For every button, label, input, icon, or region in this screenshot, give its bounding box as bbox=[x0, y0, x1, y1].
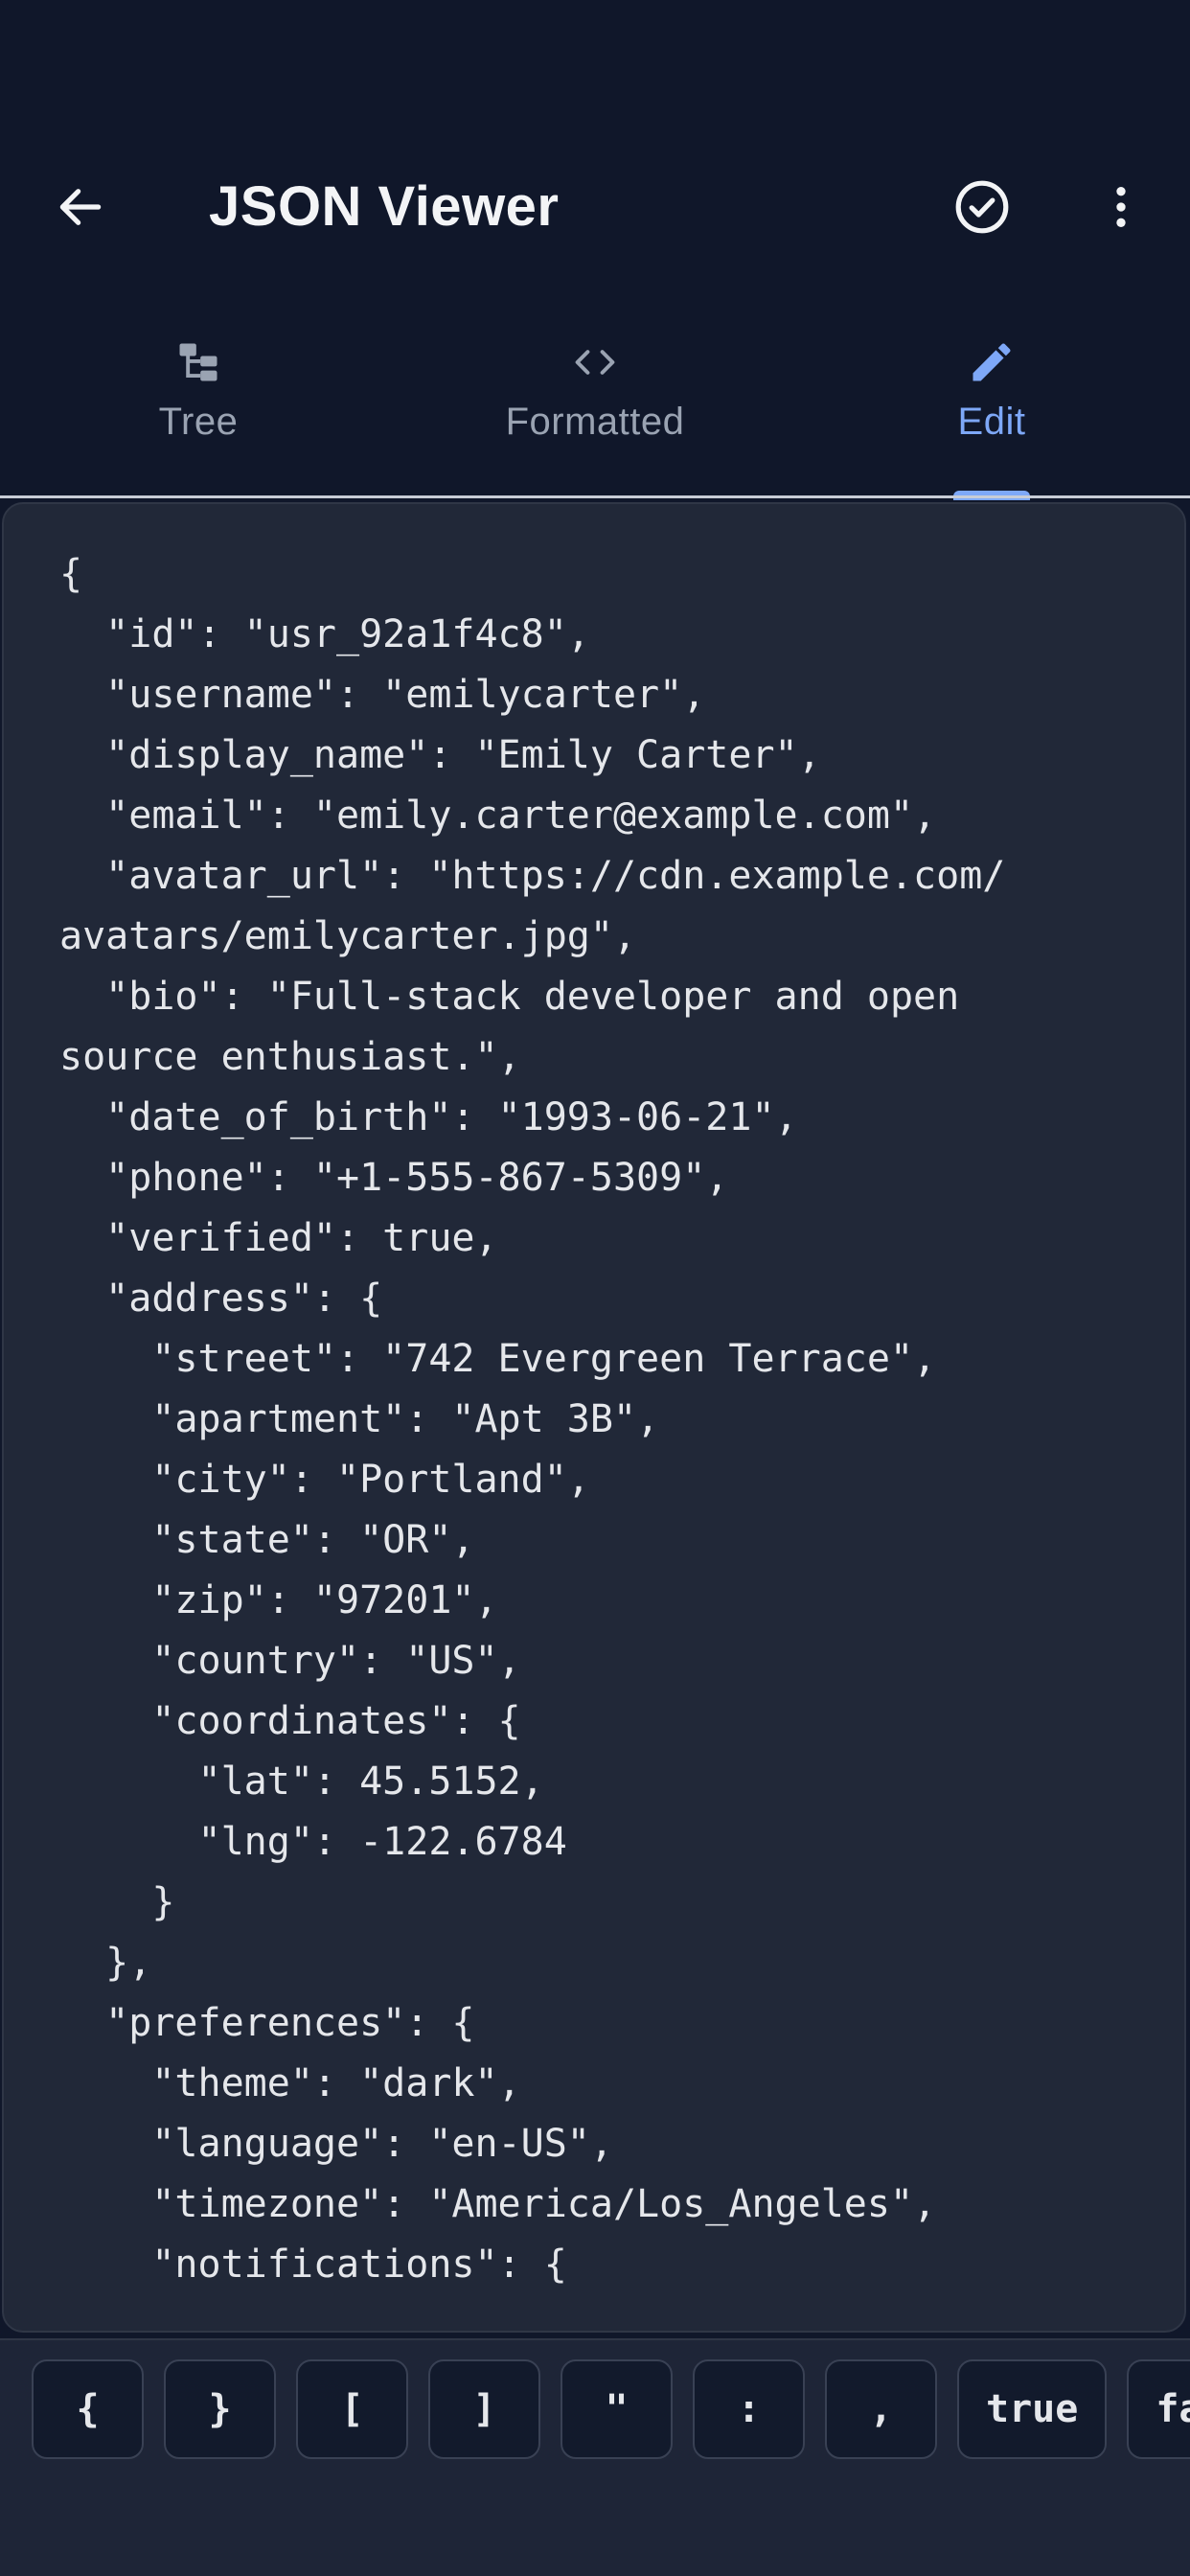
apply-button[interactable] bbox=[944, 169, 1020, 245]
code-line: "preferences": { bbox=[59, 2001, 475, 2045]
code-line: { bbox=[59, 552, 83, 596]
symbol-key-button[interactable]: true bbox=[957, 2359, 1108, 2459]
code-line: "verified": true, bbox=[59, 1216, 498, 1260]
symbol-key-button[interactable]: { bbox=[32, 2359, 144, 2459]
code-line: "language": "en-US", bbox=[59, 2122, 613, 2166]
symbol-key-button[interactable]: ] bbox=[428, 2359, 540, 2459]
symbol-key-button[interactable]: [ bbox=[296, 2359, 408, 2459]
symbol-key-button[interactable]: : bbox=[693, 2359, 805, 2459]
code-line: "address": { bbox=[59, 1276, 383, 1321]
code-line: "lng": -122.6784 bbox=[59, 1820, 567, 1864]
back-button[interactable] bbox=[42, 169, 119, 245]
app-bar: JSON Viewer bbox=[0, 134, 1190, 278]
symbol-key-bar: {}[]":,true false bbox=[0, 2338, 1190, 2576]
code-line: source enthusiast.", bbox=[59, 1035, 521, 1079]
symbol-key-button[interactable]: " bbox=[561, 2359, 673, 2459]
tab-edit-label: Edit bbox=[957, 401, 1026, 443]
code-line: avatars/emilycarter.jpg", bbox=[59, 914, 637, 958]
code-line: } bbox=[59, 1880, 175, 1924]
code-line: "state": "OR", bbox=[59, 1518, 475, 1562]
pencil-icon bbox=[965, 335, 1018, 389]
tab-formatted-label: Formatted bbox=[505, 401, 685, 443]
code-line: "city": "Portland", bbox=[59, 1458, 590, 1502]
symbol-key-button[interactable]: , bbox=[825, 2359, 937, 2459]
tree-icon bbox=[172, 335, 225, 389]
code-line: }, bbox=[59, 1941, 152, 1985]
tab-tree-label: Tree bbox=[158, 401, 239, 443]
code-line: "display_name": "Emily Carter", bbox=[59, 733, 821, 777]
check-circle-icon bbox=[955, 180, 1009, 234]
code-line: "lat": 45.5152, bbox=[59, 1760, 544, 1804]
code-icon bbox=[568, 335, 622, 389]
symbol-key-button[interactable]: } bbox=[164, 2359, 276, 2459]
code-line: "date_of_birth": "1993-06-21", bbox=[59, 1095, 798, 1139]
code-line: "apartment": "Apt 3B", bbox=[59, 1397, 660, 1441]
more-vertical-icon bbox=[1116, 187, 1126, 227]
code-line: "street": "742 Evergreen Terrace", bbox=[59, 1337, 937, 1381]
code-line: "notifications": { bbox=[59, 2242, 567, 2287]
tab-formatted[interactable]: Formatted bbox=[397, 316, 793, 496]
code-line: "avatar_url": "https://cdn.example.com/ bbox=[59, 854, 1006, 898]
json-editor[interactable]: { "id": "usr_92a1f4c8", "username": "emi… bbox=[2, 502, 1186, 2333]
code-line: "timezone": "America/Los_Angeles", bbox=[59, 2182, 937, 2226]
page-title: JSON Viewer bbox=[209, 175, 560, 238]
code-line: "country": "US", bbox=[59, 1639, 521, 1683]
tab-tree[interactable]: Tree bbox=[0, 316, 397, 496]
code-line: "bio": "Full-stack developer and open bbox=[59, 975, 960, 1019]
code-line: "zip": "97201", bbox=[59, 1578, 498, 1622]
code-line: "email": "emily.carter@example.com", bbox=[59, 794, 937, 838]
more-options-button[interactable] bbox=[1083, 169, 1159, 245]
code-line: "id": "usr_92a1f4c8", bbox=[59, 612, 590, 656]
symbol-key-button[interactable]: false bbox=[1127, 2359, 1190, 2459]
json-viewer-screen: JSON Viewer Tree Formatted Edit {"id": … bbox=[0, 0, 1190, 2576]
code-line: "coordinates": { bbox=[59, 1699, 521, 1743]
arrow-left-icon bbox=[59, 189, 102, 225]
code-line: "theme": "dark", bbox=[59, 2061, 521, 2105]
tab-edit[interactable]: Edit bbox=[793, 316, 1190, 496]
view-tabs: Tree Formatted Edit bbox=[0, 316, 1190, 496]
code-line: "phone": "+1-555-867-5309", bbox=[59, 1156, 729, 1200]
tabs-divider bbox=[0, 495, 1190, 498]
code-line: "username": "emilycarter", bbox=[59, 673, 706, 717]
symbol-keys: {}[]":,true false bbox=[32, 2359, 1190, 2459]
json-text[interactable]: { "id": "usr_92a1f4c8", "username": "emi… bbox=[59, 544, 1152, 2295]
